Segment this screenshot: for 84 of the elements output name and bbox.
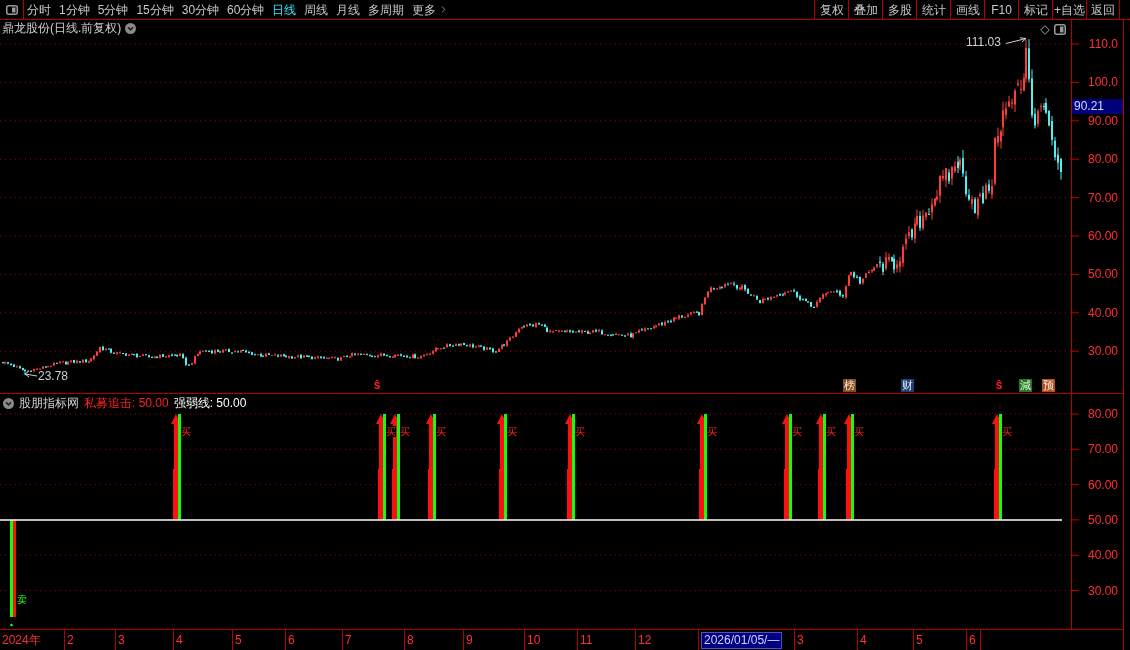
period-tab[interactable]: 月线 [336,0,361,19]
buy-signal-label: 买 [436,426,446,437]
buy-signal-label: 买 [1002,426,1012,437]
date-label: 2026/01/05/— [701,631,783,649]
indicator-value: 强弱线: 50.00 [173,396,247,410]
pointer-arrow-icon [24,370,37,378]
indicator-value: 私募追击: 50.00 [84,396,169,410]
event-marker[interactable]: 预 [1042,379,1055,392]
low-price-label: 23.78 [38,369,69,383]
toolbar-button[interactable]: +自选 [1052,0,1086,19]
period-tab[interactable]: 15分钟 [136,0,174,19]
date-label: 2024年 [2,632,41,648]
event-marker[interactable]: 減 [1019,379,1032,392]
period-tab[interactable]: 周线 [304,0,329,19]
buy-signal-label: 买 [507,426,517,437]
event-marker[interactable]: 财 [901,379,914,392]
buy-signal-label: 买 [707,426,717,437]
date-label: 11 [580,632,593,648]
date-label: 3 [118,632,125,648]
period-tab[interactable]: 多周期 [368,0,405,19]
price-axis-label: 110.0 [1088,37,1118,51]
period-tab[interactable]: 60分钟 [227,0,265,19]
date-label: 2 [67,632,74,648]
date-label: 9 [466,632,473,648]
toolbar-button[interactable]: 返回 [1086,0,1120,19]
buy-signal-label: 买 [826,426,836,437]
date-label: 4 [176,632,183,648]
date-label: 3 [797,632,804,648]
dividend-marker[interactable]: ŝ [371,379,383,392]
date-label: 8 [407,632,414,648]
indicator-axis-label: 50.00 [1087,512,1118,527]
indicator-axis-label: 60.00 [1087,477,1118,492]
date-label: 4 [860,632,867,648]
buy-signal-label: 买 [575,426,585,437]
panel-toggle-icon [5,4,18,15]
price-axis-label: 70.00 [1087,190,1118,205]
toolbar-button[interactable]: 叠加 [848,0,882,19]
price-axis-label: 50.00 [1087,267,1118,282]
current-price-tag: 90.21 [1072,99,1123,114]
toolbar-button[interactable]: 标记 [1018,0,1052,19]
buy-signal-label: 买 [400,426,410,437]
price-axis-label: 100.0 [1087,75,1118,90]
price-axis-label: 40.00 [1087,305,1118,320]
price-axis-label: 80.00 [1087,152,1118,167]
date-label: 5 [235,632,242,648]
period-tab[interactable]: 1分钟 [59,0,90,19]
panel-toggle-icon[interactable] [1054,24,1066,35]
date-label: 6 [969,632,976,648]
date-label: 7 [345,632,352,648]
toolbar-button[interactable]: 画线 [950,0,984,19]
sell-signal-label: 卖 [17,594,27,605]
date-label: 12 [638,632,652,648]
toolbar-button[interactable]: 统计 [916,0,950,19]
indicator-axis-label: 70.00 [1087,442,1118,457]
dividend-marker[interactable]: ŝ [993,379,1005,392]
high-price-label: 111.03 [966,35,1001,49]
toolbar-button[interactable]: 复权 [814,0,848,19]
period-tab[interactable]: 5分钟 [97,0,129,19]
date-label: 6 [288,632,295,648]
period-tab[interactable]: 30分钟 [181,0,220,19]
more-menu[interactable]: 更多 [412,0,450,19]
collapse-icon[interactable] [3,397,14,409]
indicator-axis-label: 30.00 [1087,583,1118,598]
period-tab[interactable]: 分时 [27,0,51,19]
price-axis-label: 90.00 [1087,113,1118,128]
toolbar-button[interactable]: F10 [984,0,1018,19]
period-tab[interactable]: 日线 [272,0,297,19]
price-axis-label: 60.00 [1087,229,1118,243]
indicator-axis-label: 80.00 [1087,407,1118,421]
date-label: 5 [916,632,923,648]
indicator-source: 股朋指标网 [19,396,79,410]
buy-signal-label: 买 [386,426,396,437]
diamond-icon[interactable] [1040,25,1050,35]
buy-signal-label: 买 [854,426,864,437]
pointer-arrow-icon [1006,37,1027,45]
indicator-axis-label: 40.00 [1087,548,1118,563]
event-marker[interactable]: 榜 [843,379,856,392]
chart-title: 鼎龙股份(日线.前复权) [2,21,122,36]
date-label: 10 [527,632,541,648]
buy-signal-label: 买 [792,426,802,437]
buy-signal-label: 买 [181,426,191,437]
price-axis-label: 30.00 [1087,344,1118,359]
toolbar-button[interactable]: 多股 [882,0,916,19]
dropdown-icon[interactable] [125,23,137,34]
